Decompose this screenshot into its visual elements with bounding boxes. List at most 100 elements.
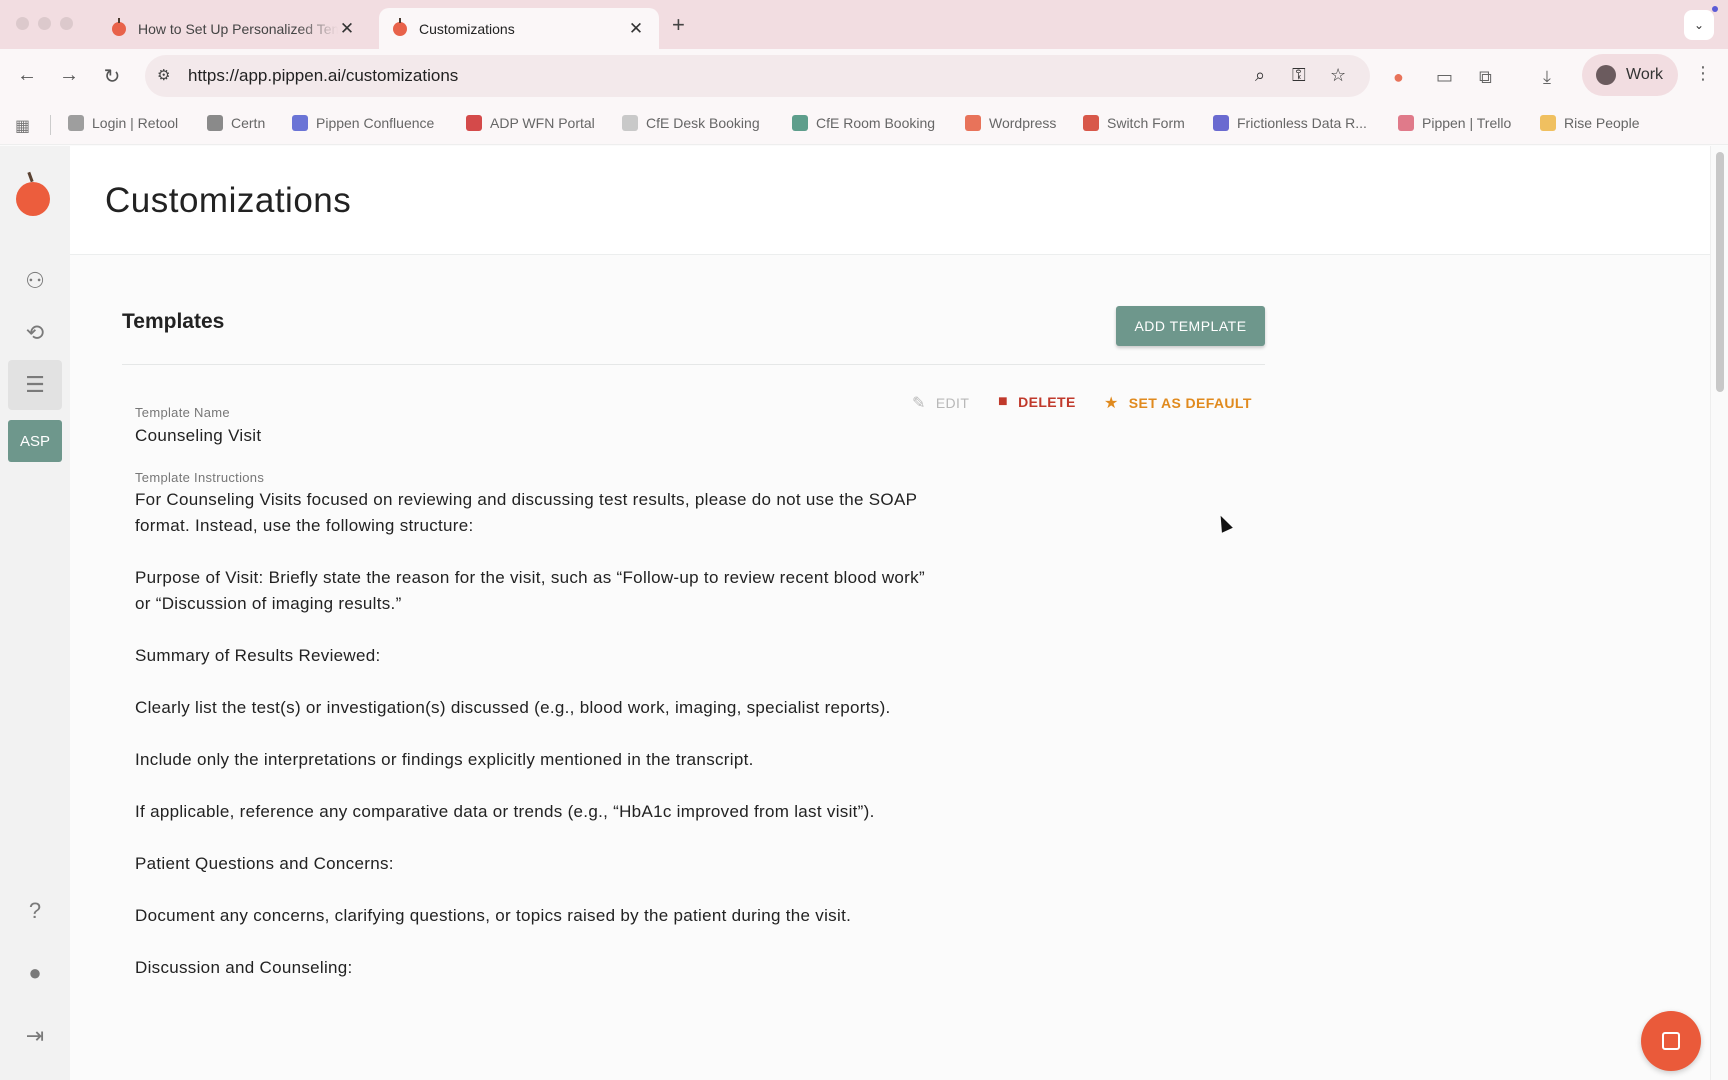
bookmark-item[interactable]: Login | Retool [68, 115, 178, 131]
bookmark-item[interactable]: ADP WFN Portal [466, 115, 595, 131]
new-tab-button[interactable]: + [672, 12, 685, 38]
set-as-default-button[interactable]: ★ SET AS DEFAULT [1104, 393, 1252, 413]
template-name-label: Template Name [135, 405, 230, 420]
bookmark-item[interactable]: Switch Form [1083, 115, 1185, 131]
edit-button[interactable]: ✎ EDIT [912, 393, 969, 413]
instruction-paragraph: For Counseling Visits focused on reviewi… [135, 490, 917, 535]
back-arrow-icon[interactable]: ← [14, 64, 40, 87]
history-icon[interactable]: ⟲ [8, 308, 62, 358]
url-text[interactable]: https://app.pippen.ai/customizations [188, 66, 458, 86]
pippen-extension-icon[interactable]: ● [1393, 67, 1404, 88]
bookmarks-bar: ▦ Login | Retool Certn Pippen Confluence… [0, 105, 1728, 145]
close-icon[interactable]: ✕ [627, 19, 645, 39]
chat-square-icon [1662, 1032, 1680, 1050]
close-icon[interactable]: ✕ [338, 19, 356, 39]
tab-label: How to Set Up Personalized Templates [138, 20, 338, 37]
window-close-dot[interactable] [16, 17, 29, 30]
bookmark-item[interactable]: Pippen | Trello [1398, 115, 1511, 131]
help-icon[interactable]: ? [8, 886, 62, 936]
bookmark-favicon-icon [792, 115, 808, 131]
trash-icon: ■ [998, 393, 1009, 410]
instruction-paragraph: Patient Questions and Concerns: [135, 854, 394, 873]
instruction-paragraph: Summary of Results Reviewed: [135, 646, 381, 665]
delete-label: DELETE [1018, 394, 1076, 410]
window-zoom-dot[interactable] [60, 17, 73, 30]
tab-how-to-setup[interactable]: How to Set Up Personalized Templates ✕ [98, 8, 370, 49]
bookmark-item[interactable]: CfE Desk Booking [622, 115, 760, 131]
section-title: Templates [122, 310, 225, 333]
asp-badge-button[interactable]: ASP [8, 420, 62, 462]
apps-grid-icon[interactable]: ▦ [15, 116, 30, 136]
bookmark-item[interactable]: CfE Room Booking [792, 115, 935, 131]
patients-people-icon[interactable]: ⚇ [8, 256, 62, 306]
mouse-cursor-icon [1215, 513, 1233, 533]
page-title: Customizations [105, 181, 352, 220]
password-key-icon[interactable]: ⚿ [1292, 65, 1306, 86]
kebab-menu-icon[interactable]: ⋮ [1694, 63, 1712, 84]
section-divider [122, 364, 1265, 365]
bookmark-favicon-icon [207, 115, 223, 131]
download-icon[interactable]: ⤓ [1543, 67, 1551, 88]
site-settings-icon[interactable]: ⚙ [157, 66, 170, 84]
tab-strip: How to Set Up Personalized Templates ✕ C… [0, 0, 1728, 49]
address-bar[interactable]: ⚙ https://app.pippen.ai/customizations ⌕… [145, 55, 1370, 97]
scrollbar[interactable] [1710, 146, 1728, 1080]
bookmark-label: Switch Form [1107, 115, 1185, 131]
bookmark-favicon-icon [1540, 115, 1556, 131]
bookmark-label: Frictionless Data R... [1237, 115, 1367, 131]
star-icon: ★ [1104, 395, 1119, 412]
set-default-label: SET AS DEFAULT [1128, 395, 1252, 411]
bookmark-favicon-icon [622, 115, 638, 131]
tab-customizations[interactable]: Customizations ✕ [379, 8, 659, 49]
app-sidebar: ⚇ ⟲ ☰ ASP ? ● ⇥ [0, 146, 70, 1080]
scrollbar-thumb[interactable] [1716, 152, 1724, 392]
template-instructions: For Counseling Visits focused on reviewi… [135, 487, 925, 1007]
bookmark-favicon-icon [965, 115, 981, 131]
bookmark-label: CfE Room Booking [816, 115, 936, 131]
delete-button[interactable]: ■ DELETE [998, 393, 1076, 411]
bookmark-label: Pippen | Trello [1422, 115, 1512, 131]
instruction-paragraph: Clearly list the test(s) or investigatio… [135, 698, 891, 717]
reader-extension-icon[interactable]: ▭ [1436, 67, 1453, 88]
pencil-icon: ✎ [912, 395, 926, 412]
page-header: Customizations [70, 146, 1710, 255]
bookmark-label: ADP WFN Portal [490, 115, 595, 131]
instruction-paragraph: Document any concerns, clarifying questi… [135, 906, 852, 925]
window-minimize-dot[interactable] [38, 17, 51, 30]
bookmark-favicon-icon [1083, 115, 1099, 131]
tab-label: Customizations [419, 20, 515, 37]
instruction-paragraph: Purpose of Visit: Briefly state the reas… [135, 568, 925, 613]
bookmark-label: CfE Desk Booking [646, 115, 760, 131]
forward-arrow-icon[interactable]: → [56, 64, 82, 87]
bookmark-label: Certn [231, 115, 266, 131]
chat-launcher-button[interactable] [1641, 1011, 1701, 1071]
reload-icon[interactable]: ↻ [99, 64, 125, 89]
bookmark-item[interactable]: Rise People [1540, 115, 1640, 131]
profile-button[interactable]: Work [1582, 54, 1678, 96]
browser-toolbar: ← → ↻ ⚙ https://app.pippen.ai/customizat… [0, 49, 1728, 105]
bookmark-label: Pippen Confluence [316, 115, 435, 131]
tab-search-button[interactable]: ⌄ [1684, 10, 1714, 40]
profile-label: Work [1626, 66, 1664, 83]
add-template-button[interactable]: ADD TEMPLATE [1116, 306, 1265, 346]
extensions-puzzle-icon[interactable]: ⧉ [1479, 67, 1492, 88]
bookmark-divider [50, 115, 51, 135]
account-icon[interactable]: ● [8, 948, 62, 998]
edit-label: EDIT [935, 395, 970, 411]
bookmark-favicon-icon [292, 115, 308, 131]
logout-icon[interactable]: ⇥ [8, 1011, 62, 1061]
template-name-value: Counseling Visit [135, 426, 262, 445]
bookmark-label: Login | Retool [92, 115, 179, 131]
bookmark-item[interactable]: Certn [207, 115, 265, 131]
template-instructions-label: Template Instructions [135, 470, 265, 485]
bookmark-item[interactable]: Frictionless Data R... [1213, 115, 1367, 131]
customizations-sliders-icon[interactable]: ☰ [8, 360, 62, 410]
zoom-icon[interactable]: ⌕ [1255, 65, 1265, 86]
bookmark-star-icon[interactable]: ☆ [1330, 65, 1346, 86]
bookmark-label: Wordpress [989, 115, 1057, 131]
instruction-paragraph: If applicable, reference any comparative… [135, 802, 875, 821]
bookmark-item[interactable]: Wordpress [965, 115, 1056, 131]
pippen-logo[interactable] [16, 182, 50, 216]
pippen-favicon-icon [112, 17, 126, 36]
bookmark-item[interactable]: Pippen Confluence [292, 115, 434, 131]
